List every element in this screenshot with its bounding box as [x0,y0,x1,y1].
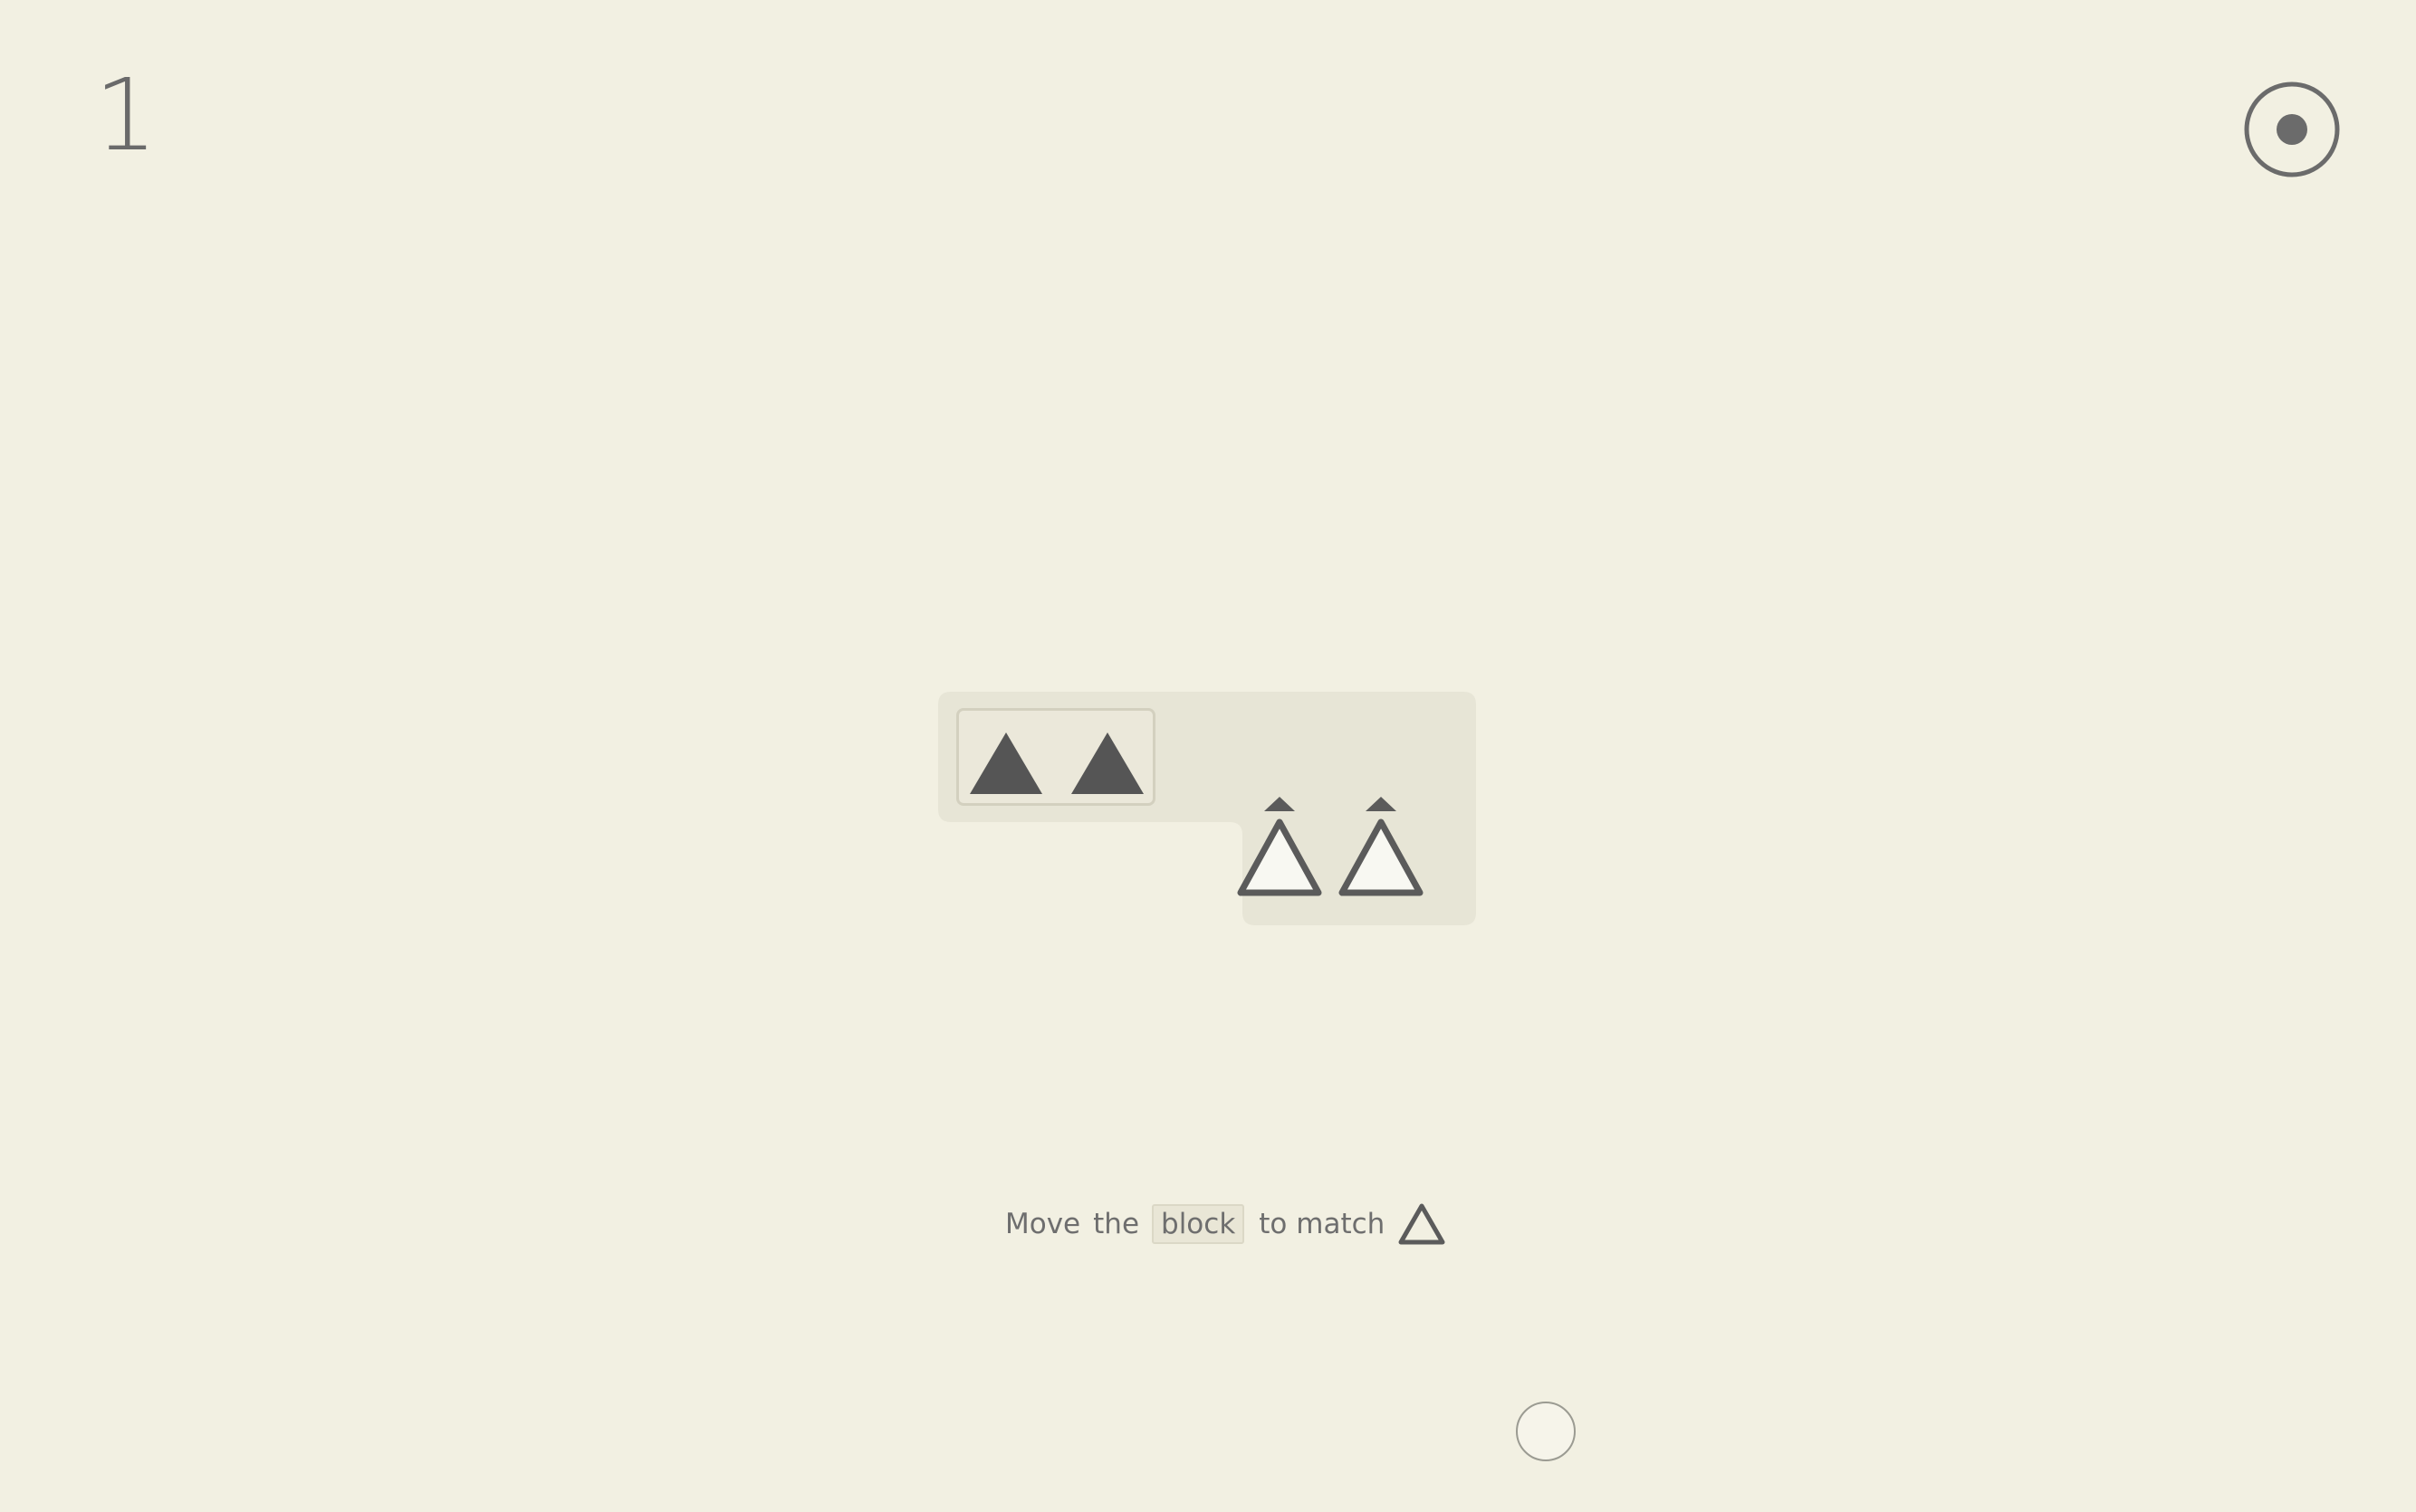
triangle-outline-icon [1237,818,1322,896]
menu-button[interactable] [2242,80,2342,179]
small-up-triangle-icon [1264,797,1295,811]
hint-text: Move the block to match [1005,1197,1446,1251]
goal-slot [1331,793,1431,907]
level-number: 1 [94,57,158,173]
movable-block[interactable] [956,708,1155,806]
target-icon [2244,81,2340,177]
hint-keyword-block: block [1152,1204,1245,1244]
triangle-outline-icon [1398,1203,1445,1245]
circle-button-icon[interactable] [1516,1402,1576,1461]
small-up-triangle-icon [1366,797,1396,811]
goal-slot [1230,793,1329,907]
triangle-outline-icon [1338,818,1424,896]
hint-prefix: Move [1005,1208,1081,1240]
filled-triangle-icon [970,732,1042,794]
filled-triangle-icon [1071,732,1144,794]
hint-article: the [1093,1208,1140,1240]
hint-suffix: to match [1259,1208,1385,1240]
